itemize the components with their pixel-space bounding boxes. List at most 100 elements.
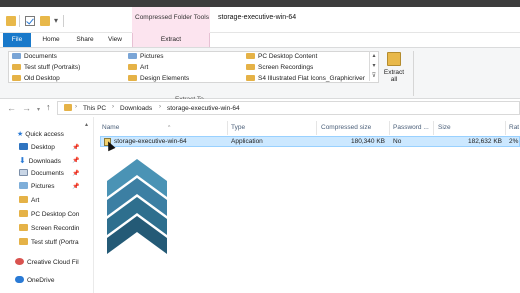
tab-view[interactable]: View [103,33,127,47]
column-header-ratio[interactable]: Rat [509,121,519,135]
folder-icon [128,75,137,81]
tab-home[interactable]: Home [36,33,66,47]
up-arrow-icon[interactable]: ↑ [46,102,51,112]
new-folder-icon[interactable] [40,16,50,26]
extract-to-label: Design Elements [140,75,190,82]
creative-cloud-icon [15,258,24,265]
file-size: 182,632 KB [468,138,502,145]
back-arrow-icon[interactable]: ← [7,103,16,113]
sidebar-item-quick-access[interactable]: ★ Quick access [17,128,91,141]
extract-to-label: Documents [24,53,57,60]
sidebar-item-pc-desktop-content[interactable]: PC Desktop Con [19,208,93,221]
pin-icon[interactable]: 📌 [72,144,79,151]
pictures-icon [19,182,28,189]
address-bar-row: ← → ▾ ↑ › This PC › Downloads › storage-… [0,99,520,117]
extract-to-item[interactable]: Old Desktop [12,74,60,84]
file-compressed-size: 180,340 KB [351,138,385,145]
sidebar-item-downloads[interactable]: ⬇ Downloads [19,154,93,167]
extract-to-item[interactable]: Design Elements [128,74,189,84]
column-header-password[interactable]: Password ... [393,121,429,135]
extract-to-item[interactable]: Screen Recordings [246,63,313,73]
gallery-scroll[interactable]: ▴ ▾ ⊽ [369,51,378,81]
breadcrumb-downloads[interactable]: Downloads [120,104,152,113]
extract-to-label: S4 Illustrated Flat Icons_Graphicriver [258,75,365,82]
address-bar[interactable]: › This PC › Downloads › storage-executiv… [57,101,520,115]
folder-icon [246,64,255,70]
column-divider[interactable] [316,121,317,135]
scroll-down-icon[interactable]: ▾ [370,61,378,71]
sidebar-item-screen-recordings[interactable]: Screen Recordin [19,222,93,235]
extract-all-button[interactable]: Extract all [380,52,408,86]
folder-icon [128,64,137,70]
chevron-right-icon[interactable]: › [75,104,77,110]
file-password: No [393,138,402,145]
column-divider[interactable] [433,121,434,135]
sidebar-item-label: Creative Cloud Fil [27,259,79,266]
folder-icon [19,238,28,245]
sidebar-item-label: Downloads [28,158,61,165]
breadcrumb-current-folder[interactable]: storage-executive-win-64 [167,104,240,113]
sort-ascending-icon: ^ [168,125,171,131]
sidebar-item-desktop[interactable]: Desktop [19,141,93,154]
contextual-tab-header: Compressed Folder Tools [132,7,210,33]
breadcrumb-this-pc[interactable]: This PC [83,104,106,113]
window-title: storage-executive-win-64 [218,14,297,21]
tab-share[interactable]: Share [71,33,99,47]
desktop-icon [19,143,28,150]
extract-all-label-2: all [390,76,398,83]
extract-to-item[interactable]: Test stuff (Portraits) [12,63,80,73]
sidebar-item-test-stuff[interactable]: Test stuff (Portra [19,236,93,249]
column-divider[interactable] [227,121,228,135]
sidebar-item-onedrive[interactable]: OneDrive [15,274,89,287]
pictures-icon [128,53,137,59]
chevron-right-icon[interactable]: › [112,104,114,110]
tab-file[interactable]: File [3,33,31,47]
sidebar-item-documents[interactable]: Documents [19,167,93,180]
extract-to-item[interactable]: S4 Illustrated Flat Icons_Graphicriver [246,74,366,84]
customize-qat-icon[interactable]: ▾ [54,16,58,25]
sidebar-item-label: PC Desktop Con [31,211,80,218]
pin-icon[interactable]: 📌 [72,183,79,190]
file-ratio: 2% [509,138,519,145]
column-header-name[interactable]: Name ^ [102,121,170,135]
sidebar-item-pictures[interactable]: Pictures [19,180,93,193]
tab-extract[interactable]: Extract [132,33,210,47]
column-header-type[interactable]: Type [231,121,245,135]
download-icon: ⬇ [19,156,26,165]
folder-icon [246,53,255,59]
extract-to-label: Art [140,64,149,71]
column-divider[interactable] [389,121,390,135]
gallery-more-icon[interactable]: ⊽ [370,71,378,81]
sidebar-item-label: Screen Recordin [31,225,80,232]
sidebar-item-art[interactable]: Art [19,194,93,207]
pin-icon[interactable]: 📌 [72,170,79,177]
folder-icon[interactable] [6,16,16,26]
file-name[interactable]: storage-executive-win-64 [114,137,187,147]
chevron-right-icon[interactable]: › [159,104,161,110]
onedrive-icon [15,276,24,283]
pin-icon[interactable]: 📌 [72,157,79,164]
background-strip [0,0,520,7]
scroll-up-icon[interactable]: ▴ [370,51,378,61]
extract-to-item[interactable]: Pictures [128,52,163,62]
extract-to-item[interactable]: Art [128,63,148,73]
extract-all-icon [387,52,401,66]
sidebar-item-label: Quick access [25,131,64,138]
navigation-pane: ▴ ★ Quick access Desktop 📌 ⬇ Downloads 📌 D… [0,117,94,293]
forward-arrow-icon[interactable]: → [22,103,31,113]
column-header-compressed-size[interactable]: Compressed size [321,121,371,135]
chevron-logo-icon [107,159,167,254]
column-divider[interactable] [505,121,506,135]
extract-to-item[interactable]: Documents [12,52,57,62]
extract-to-label: PC Desktop Content [258,53,318,60]
sidebar-item-label: Art [31,197,40,204]
column-header-size[interactable]: Size [438,121,451,135]
sidebar-item-creative-cloud[interactable]: Creative Cloud Fil [15,256,89,269]
title-bar: ▾ Compressed Folder Tools storage-execut… [0,7,520,33]
recent-locations-icon[interactable]: ▾ [37,105,40,115]
folder-icon [19,210,28,217]
documents-icon [12,53,21,59]
extract-to-item[interactable]: PC Desktop Content [246,52,317,62]
properties-icon[interactable] [25,16,35,26]
scroll-up-icon[interactable]: ▴ [85,121,88,128]
